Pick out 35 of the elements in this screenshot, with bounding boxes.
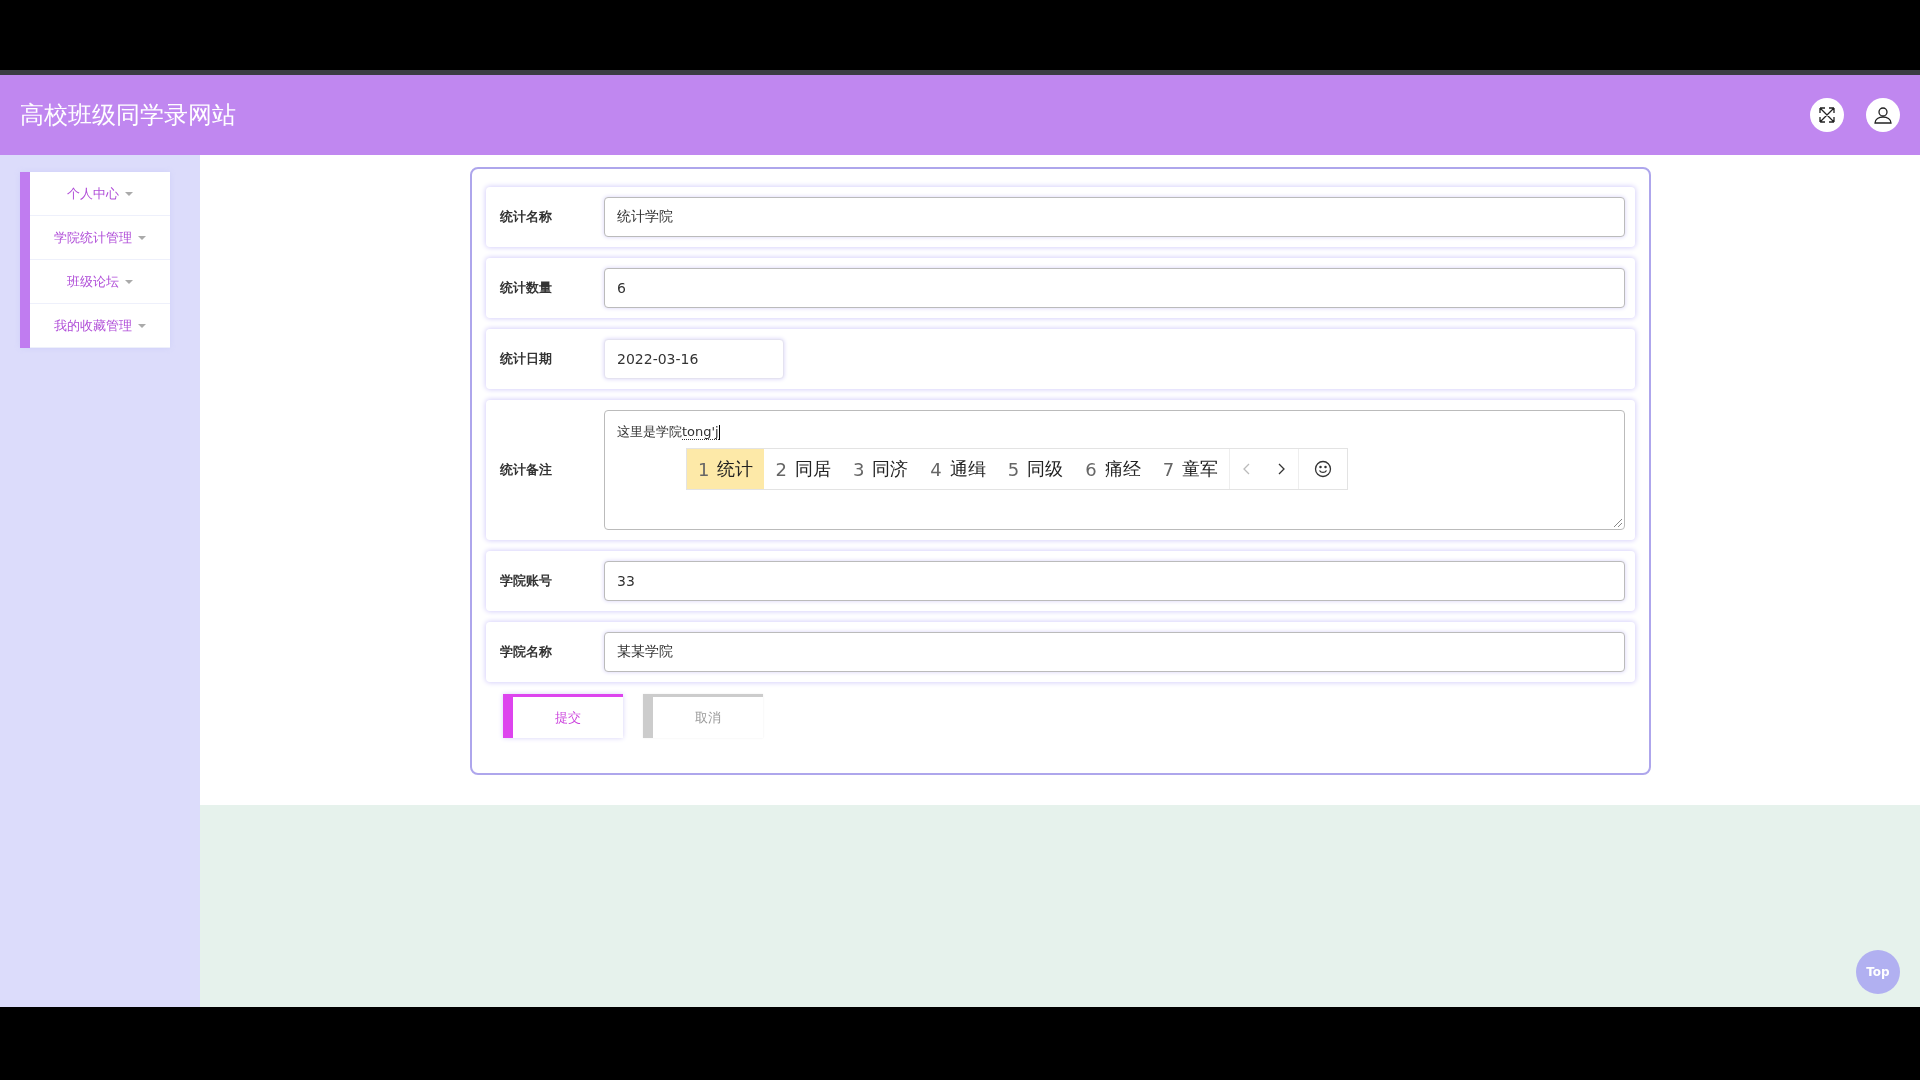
user-button[interactable] bbox=[1866, 98, 1900, 132]
sidebar-menu-item[interactable]: 个人中心 bbox=[30, 172, 170, 216]
input-field[interactable]: 33 bbox=[604, 561, 1625, 601]
field-label: 统计备注 bbox=[500, 461, 553, 479]
site-title: 高校班级同学录网站 bbox=[20, 100, 236, 131]
ime-candidate[interactable]: 3 同济 bbox=[841, 449, 920, 489]
caret-icon bbox=[125, 191, 133, 196]
caret-icon bbox=[138, 323, 146, 328]
input-field[interactable]: 统计学院 bbox=[604, 197, 1625, 237]
field-label: 学院名称 bbox=[500, 643, 553, 661]
submit-button[interactable]: 提交 bbox=[503, 694, 623, 738]
date-field[interactable]: 2022-03-16 bbox=[604, 339, 784, 379]
input-field[interactable]: 某某学院 bbox=[604, 632, 1625, 672]
ime-candidate[interactable]: 2 同居 bbox=[764, 449, 842, 489]
chevron-right-icon[interactable] bbox=[1276, 462, 1287, 476]
ime-candidate[interactable]: 6 痛经 bbox=[1074, 449, 1152, 489]
field-label: 统计名称 bbox=[500, 208, 553, 226]
user-icon bbox=[1873, 105, 1893, 125]
smiley-icon[interactable] bbox=[1314, 460, 1333, 478]
field-label: 统计数量 bbox=[500, 279, 553, 297]
ime-candidate[interactable]: 4 通缉 bbox=[919, 449, 997, 489]
caret-icon bbox=[138, 235, 146, 240]
field-label: 统计日期 bbox=[500, 350, 553, 368]
ime-candidate[interactable]: 1 统计 bbox=[687, 449, 765, 489]
expand-arrows-icon bbox=[1818, 106, 1836, 124]
sidebar-menu-item[interactable]: 我的收藏管理 bbox=[30, 304, 170, 348]
caret-icon bbox=[125, 279, 133, 284]
field-label: 学院账号 bbox=[500, 572, 553, 590]
ime-candidate[interactable]: 5 同级 bbox=[996, 449, 1075, 489]
input-field[interactable]: 6 bbox=[604, 268, 1625, 308]
fullscreen-button[interactable] bbox=[1810, 98, 1844, 132]
sidebar-menu-item[interactable]: 班级论坛 bbox=[30, 260, 170, 304]
resize-handle-icon[interactable] bbox=[1614, 519, 1622, 527]
sidebar-menu-item[interactable]: 学院统计管理 bbox=[30, 216, 170, 260]
ime-candidate[interactable]: 7 童军 bbox=[1151, 449, 1230, 489]
